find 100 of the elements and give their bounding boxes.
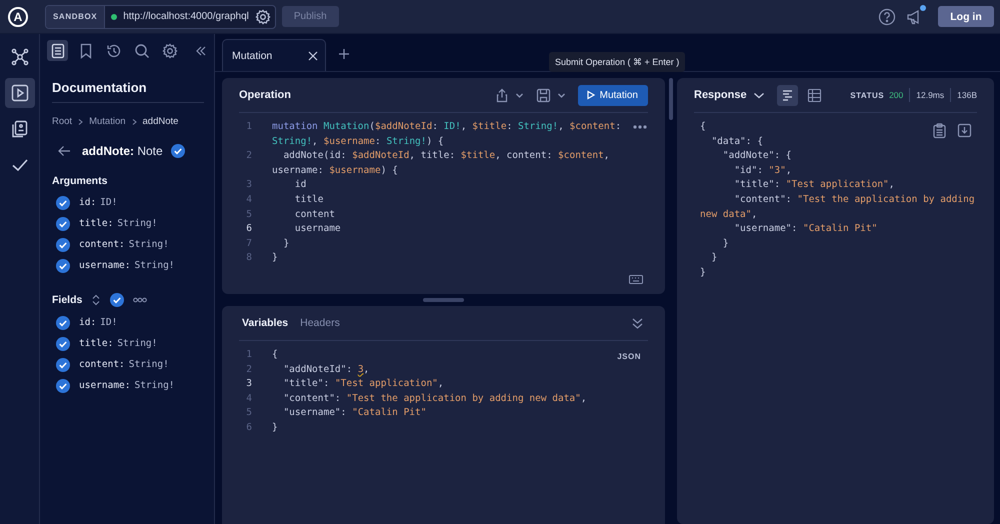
argument-name: id: (79, 197, 96, 208)
settings-icon[interactable] (254, 8, 271, 24)
section-heading: Fields (52, 294, 82, 306)
code-line: "data": { (710, 134, 763, 149)
panel-title: Documentation (52, 62, 204, 103)
play-icon (10, 84, 28, 102)
download-icon[interactable] (957, 123, 972, 138)
code-line: "addNoteId": 3, (282, 362, 370, 377)
plus-icon[interactable] (338, 48, 350, 60)
login-button[interactable]: Log in (938, 6, 994, 27)
graph-icon (10, 48, 28, 66)
table-icon (806, 88, 822, 102)
checkbox[interactable] (56, 258, 70, 272)
breadcrumb-link[interactable]: addNote (142, 116, 178, 127)
checkbox[interactable] (170, 144, 185, 158)
type-link[interactable]: String! (134, 380, 175, 391)
logo[interactable]: A (8, 6, 28, 26)
close-icon[interactable] (307, 50, 319, 62)
breadcrumb-link[interactable]: Mutation (89, 116, 126, 127)
code-line: { (700, 120, 706, 134)
chevron-down-icon[interactable] (514, 91, 524, 99)
panel-tab[interactable]: Variables (239, 317, 292, 329)
code-line: } (710, 251, 718, 266)
status-code: 200 (889, 90, 904, 100)
toolbar-button[interactable] (47, 40, 68, 61)
line-number: 6 (245, 420, 253, 435)
breadcrumb-link[interactable]: Root (52, 116, 72, 127)
format-label: JSON (617, 352, 641, 361)
status-label: STATUS (850, 90, 884, 100)
line-number: 5 (245, 406, 253, 420)
panel-tab[interactable]: Headers (297, 317, 343, 329)
line-number: 7 (245, 236, 253, 251)
line-number: 5 (245, 208, 253, 222)
run-button[interactable]: Mutation (578, 84, 648, 106)
chevron-right-icon (77, 118, 84, 126)
checkbox[interactable] (56, 358, 70, 372)
code-line: "addNote": { (722, 149, 792, 164)
code-line: { (272, 348, 278, 362)
more-icon[interactable] (633, 125, 647, 129)
rail-button[interactable] (4, 78, 34, 108)
editor-tab[interactable]: Mutation (222, 39, 326, 71)
checkbox[interactable] (56, 316, 70, 330)
back-arrow-icon[interactable] (57, 144, 71, 158)
type-link[interactable]: String! (128, 239, 169, 250)
collapse-down-icon[interactable] (631, 316, 644, 330)
line-number: 3 (245, 377, 253, 392)
settings-icon (162, 42, 178, 58)
endpoint-field[interactable]: SANDBOX http://localhost:4000/graphql (45, 4, 276, 28)
view-toggle[interactable] (776, 84, 798, 106)
sandbox-label: SANDBOX (46, 6, 106, 28)
line-number: 6 (245, 222, 253, 236)
argument-name: username: (79, 260, 130, 271)
response-time: 12.9ms (916, 90, 944, 100)
clipboard-icon[interactable] (932, 123, 947, 139)
field-title: addNote: Note (82, 144, 163, 158)
resize-handle[interactable] (423, 298, 464, 302)
collapse-icon[interactable] (194, 44, 206, 56)
help-icon[interactable] (878, 8, 896, 26)
code-line: content (294, 208, 335, 222)
search-icon (134, 42, 150, 58)
chevron-down-icon[interactable] (752, 90, 765, 100)
endpoint-url: http://localhost:4000/graphql (123, 11, 249, 22)
code-line: } (272, 251, 278, 266)
line-number: 3 (245, 178, 253, 192)
code-line: "content": "Test the application by adding new data", (282, 392, 587, 406)
checkbox[interactable] (56, 378, 70, 392)
history-icon (106, 42, 122, 58)
code-line: username (294, 222, 341, 236)
chevron-down-icon[interactable] (556, 91, 566, 99)
argument-name: username: (79, 380, 130, 391)
share-icon[interactable] (494, 88, 509, 102)
checkbox[interactable] (56, 216, 70, 230)
scrollbar[interactable] (669, 78, 673, 120)
line-number: 1 (245, 120, 253, 134)
code-line: "username": "Catalin Pit" (733, 222, 878, 236)
type-link[interactable]: String! (117, 338, 158, 349)
sort-icon[interactable] (91, 294, 102, 306)
line-number: 4 (245, 392, 253, 406)
code-line: } (272, 420, 278, 435)
type-link[interactable]: String! (128, 359, 169, 370)
type-link[interactable]: ID! (100, 197, 118, 208)
panel-title: Operation (239, 89, 291, 101)
more-icon[interactable] (133, 297, 148, 303)
argument-name: title: (79, 218, 114, 229)
code-line: } (282, 236, 290, 251)
checkbox[interactable] (56, 238, 70, 252)
type-link[interactable]: String! (117, 218, 158, 229)
panel-title[interactable]: Response (694, 89, 747, 101)
code-line: "content": "Test the application by adding new data", (700, 192, 976, 222)
tooltip: Submit Operation ( ⌘ + Enter ) (549, 52, 686, 72)
tab-label: Mutation (232, 50, 274, 62)
code-line: title (294, 192, 324, 207)
checkbox[interactable] (56, 196, 70, 210)
keyboard-icon[interactable] (629, 275, 643, 284)
play-icon (586, 90, 596, 100)
save-icon[interactable] (536, 88, 551, 102)
type-link[interactable]: String! (134, 260, 175, 271)
checkbox[interactable] (110, 293, 124, 307)
type-link[interactable]: ID! (100, 317, 118, 328)
checkbox[interactable] (56, 336, 70, 350)
